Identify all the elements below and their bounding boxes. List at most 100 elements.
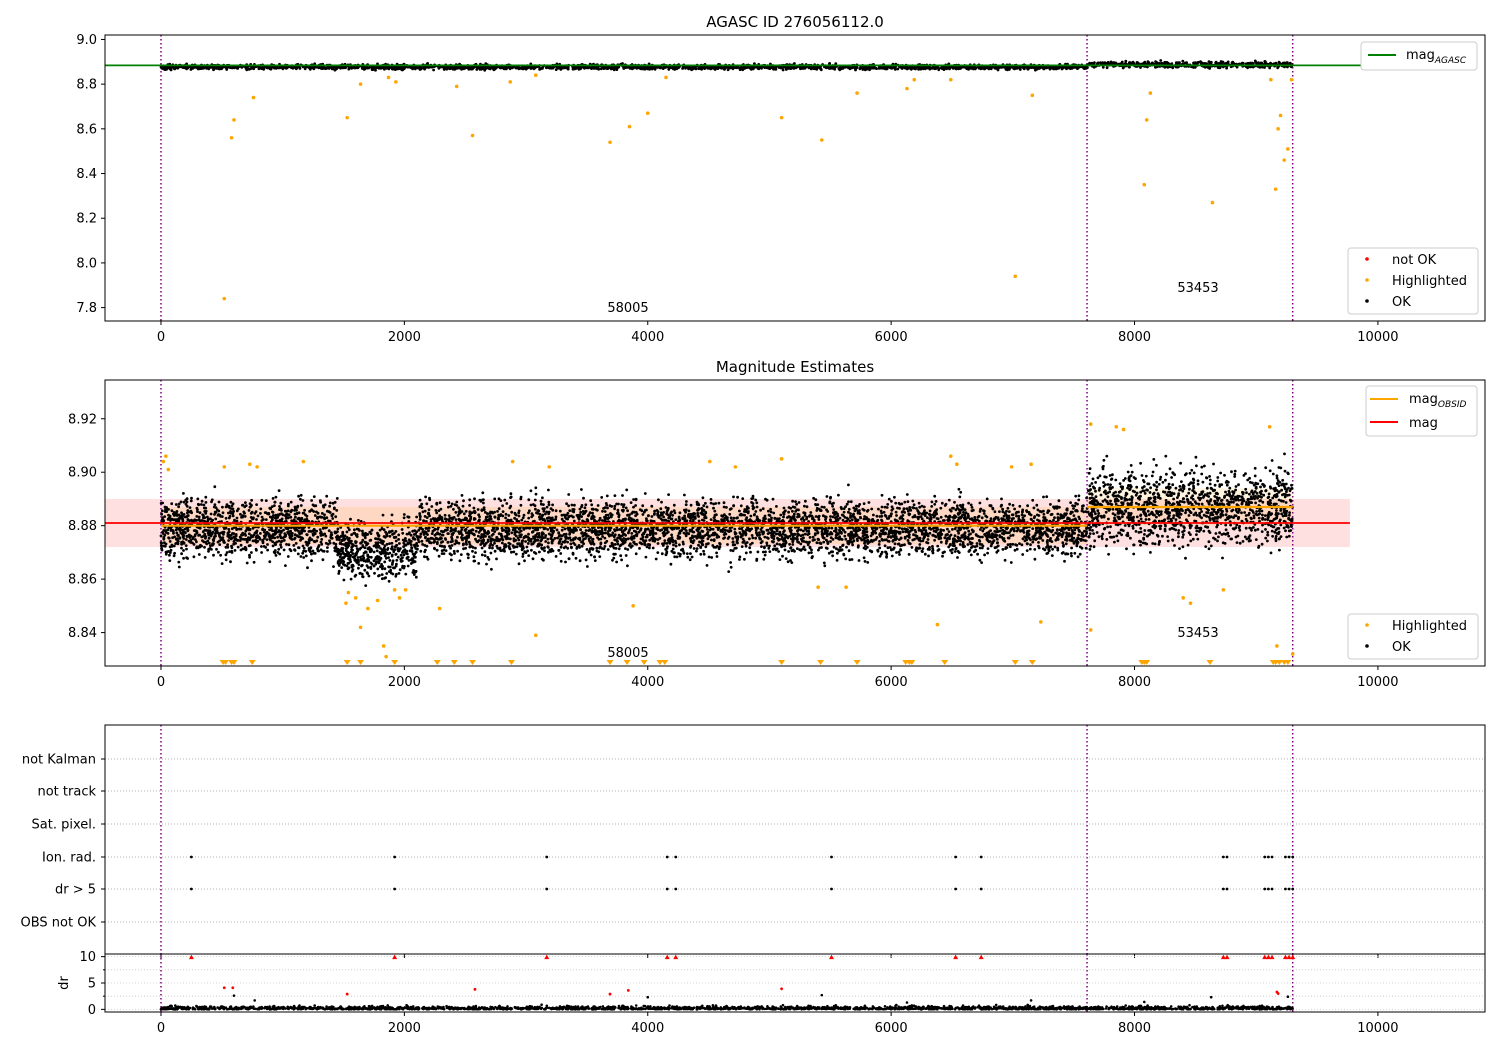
ok-point (531, 557, 535, 561)
ok-point (419, 549, 423, 553)
highlighted-point (1030, 93, 1035, 98)
ok-point (195, 66, 198, 69)
ok-point (1011, 503, 1015, 507)
ok-point (1105, 66, 1109, 70)
ok-point (1042, 547, 1045, 551)
highlighted-point (664, 75, 668, 80)
ok-point (695, 547, 699, 550)
ok-point (805, 505, 809, 509)
ok-point (787, 506, 791, 509)
ok-point (857, 559, 861, 562)
ok-point (510, 550, 513, 554)
ok-point (1017, 510, 1020, 514)
ok-point (829, 515, 832, 518)
ok-point (732, 495, 735, 499)
ok-point (982, 512, 986, 515)
ok-point (660, 500, 663, 504)
panel1-obsid-label-2: 53453 (1177, 281, 1218, 296)
ok-point (671, 547, 675, 551)
ok-point (395, 562, 398, 566)
ok-point (842, 510, 846, 514)
ok-point (613, 543, 617, 546)
ok-point (450, 502, 454, 506)
ok-point (974, 66, 978, 69)
ok-point (495, 539, 499, 543)
ok-point (1254, 60, 1258, 64)
ok-point (236, 67, 240, 70)
ok-point (678, 511, 682, 515)
ok-point (159, 534, 163, 538)
ok-point (560, 543, 563, 546)
ok-point (956, 519, 960, 523)
ok-point (1062, 66, 1065, 70)
highlighted-point (394, 80, 398, 84)
ok-point (395, 572, 398, 576)
ok-point (220, 562, 224, 565)
y-tick-label: 8.2 (76, 212, 97, 227)
ok-point (1124, 59, 1128, 63)
ok-point (529, 489, 533, 493)
ok-point (674, 518, 678, 521)
ok-point (565, 502, 568, 506)
ok-point (598, 555, 602, 558)
ok-point (794, 66, 798, 70)
ok-point (687, 67, 690, 71)
ok-point (969, 503, 973, 507)
ok-point (256, 514, 260, 518)
ok-point (182, 549, 185, 552)
ok-point (354, 540, 357, 543)
ok-point (616, 508, 620, 512)
ok-point (836, 551, 839, 555)
ok-point (894, 501, 898, 505)
ok-point (271, 497, 275, 500)
ok-point (197, 553, 201, 556)
ok-point (221, 511, 225, 515)
y-tick-label: 8.6 (76, 122, 97, 137)
ok-point (763, 553, 767, 557)
highlighted-point (470, 133, 475, 138)
ok-point (605, 494, 609, 498)
ok-point (489, 551, 493, 555)
ok-point (583, 506, 587, 510)
ok-point (630, 67, 634, 71)
ok-point (328, 504, 331, 508)
ok-point (595, 546, 599, 550)
ok-point (659, 507, 663, 511)
ok-point (527, 498, 531, 502)
ok-point (886, 535, 890, 539)
ok-point (967, 501, 970, 505)
ok-point (432, 68, 435, 72)
ok-point (438, 501, 442, 505)
ok-point (814, 515, 818, 518)
ok-point (1101, 65, 1105, 69)
ok-point (671, 540, 675, 544)
ok-point (399, 547, 402, 550)
ok-point (512, 550, 516, 554)
ok-point (977, 514, 981, 518)
ok-point (452, 66, 455, 69)
x-tick-label: 2000 (388, 330, 421, 345)
ok-point (626, 548, 630, 551)
highlighted-point (1269, 77, 1273, 82)
ok-point (903, 66, 907, 70)
ok-point (795, 547, 799, 550)
ok-point (1219, 60, 1223, 63)
ok-point (509, 492, 513, 496)
ok-point (299, 538, 302, 542)
ok-point (807, 65, 810, 69)
ok-point (186, 66, 190, 70)
ok-point (547, 500, 551, 504)
ok-point (299, 493, 303, 497)
ok-point (760, 66, 763, 70)
ok-point (890, 508, 894, 512)
ok-point (826, 541, 830, 545)
ok-point (828, 62, 831, 65)
ok-point (672, 551, 675, 555)
ok-point (875, 67, 878, 70)
ok-point (235, 516, 239, 520)
ok-point (626, 65, 629, 69)
ok-point (254, 547, 258, 551)
ok-point (615, 560, 618, 564)
ok-point (294, 542, 298, 545)
ok-point (847, 500, 850, 504)
